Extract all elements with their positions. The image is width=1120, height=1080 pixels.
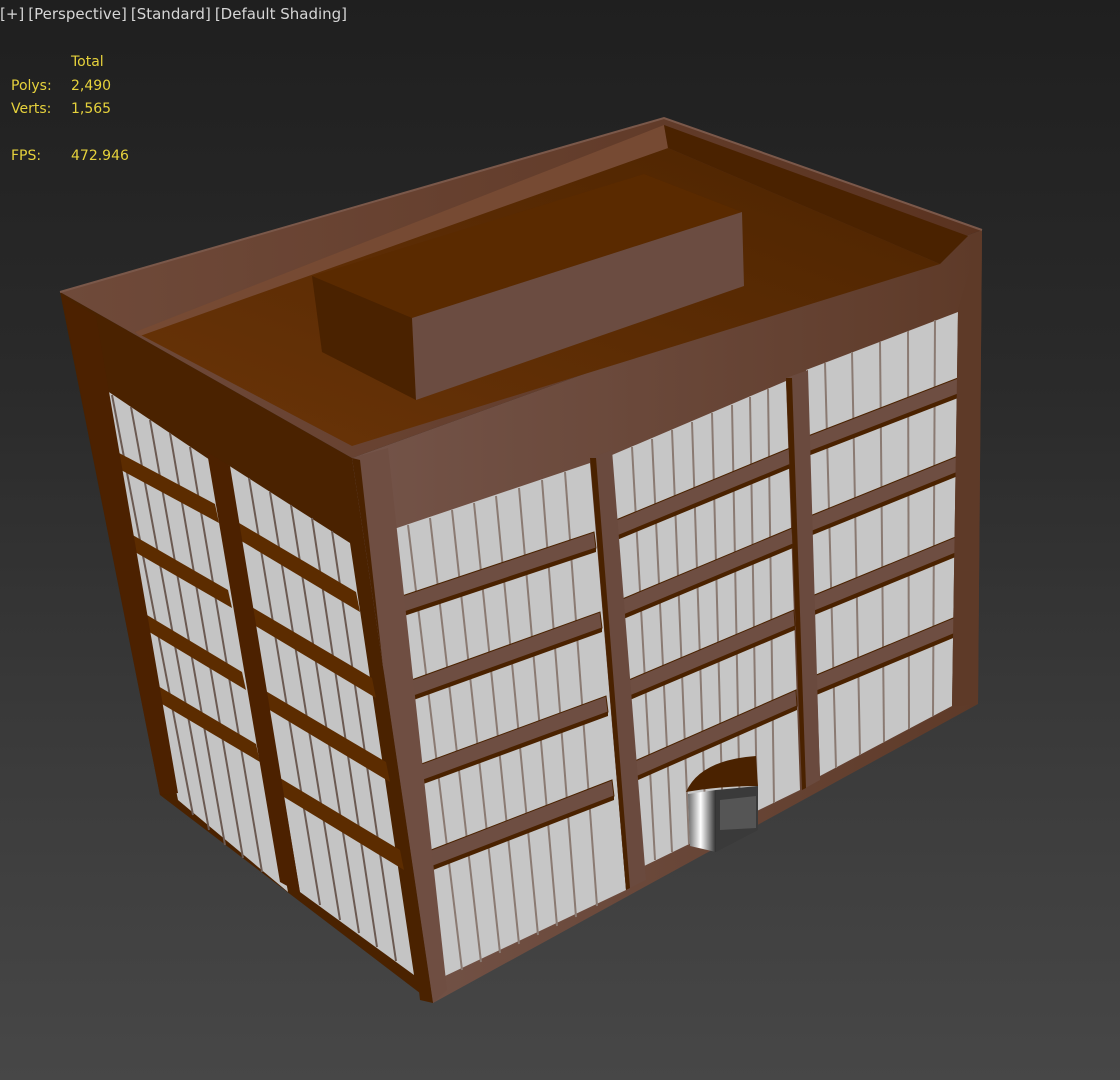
stats-polys-row: Polys: 2,490 [11, 75, 129, 99]
stats-polys-label: Polys: [11, 77, 52, 94]
viewport-plus-menu[interactable]: [+] [0, 5, 24, 23]
stats-verts-row: Verts: 1,565 [11, 98, 129, 122]
building-model[interactable] [0, 0, 1120, 1080]
stats-verts-value: 1,565 [71, 101, 112, 117]
stats-fps-label: FPS: [11, 148, 42, 164]
viewport-mode-menu[interactable]: [Standard] [131, 5, 211, 23]
stats-fps-row: FPS: 472.946 [11, 145, 129, 169]
viewport-shading-menu[interactable]: [Default Shading] [215, 5, 347, 23]
viewport-label-menu[interactable]: [+] [Perspective] [Standard] [Default Shadi… [0, 5, 347, 27]
stats-fps-value: 472.946 [71, 148, 129, 164]
stats-verts-label: Verts: [11, 101, 52, 117]
stats-header-row: Total [11, 51, 129, 75]
stats-polys-value: 2,490 [71, 77, 112, 94]
perspective-viewport[interactable]: [+] [Perspective] [Standard] [Default Shadi… [0, 0, 1120, 1080]
stats-total-header: Total [71, 54, 104, 70]
viewport-view-menu[interactable]: [Perspective] [28, 5, 127, 23]
scene-statistics: Total Polys: 2,490 Verts: 1,565 FPS: 472… [11, 51, 129, 169]
